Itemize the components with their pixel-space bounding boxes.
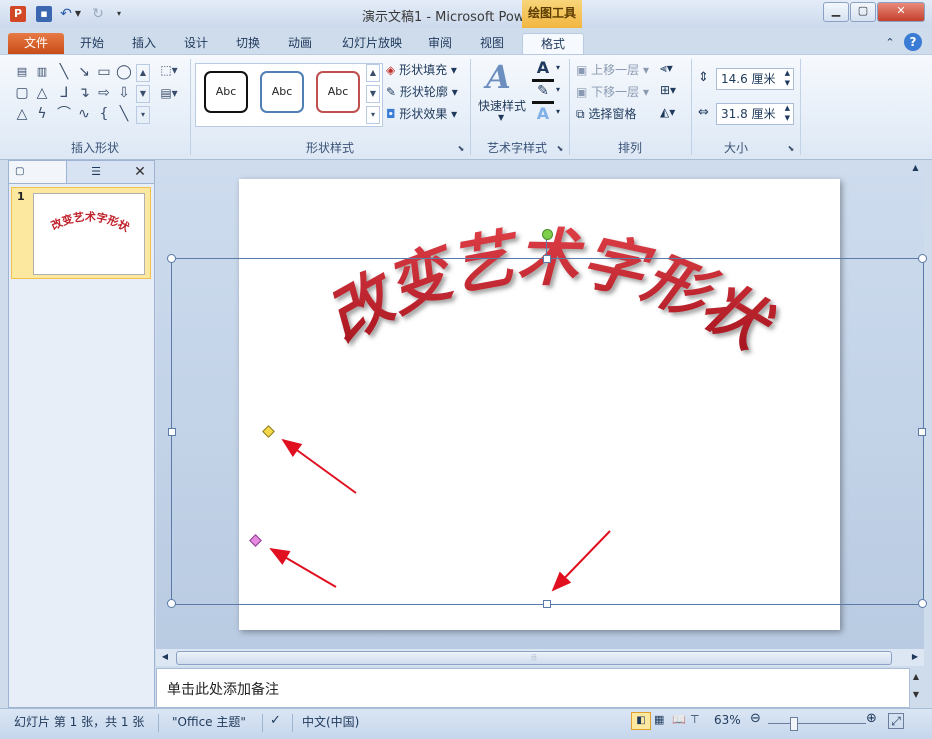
scroll-right-icon[interactable]: ▶ [908, 650, 922, 664]
zoom-slider-track[interactable] [768, 723, 866, 724]
horizontal-scrollbar[interactable]: ◀ ⦙⦙⦙ ▶ [156, 648, 924, 666]
resize-handle-top[interactable] [543, 255, 551, 263]
slide-sorter-view-icon[interactable]: ▦ [654, 713, 664, 726]
status-slide-info: 幻灯片 第 1 张，共 1 张 [14, 715, 145, 729]
resize-handle-top-left[interactable] [167, 254, 176, 263]
resize-handle-bottom[interactable] [543, 600, 551, 608]
spell-check-icon[interactable]: ✓ [270, 713, 281, 728]
selection-box[interactable] [171, 258, 924, 605]
resize-handle-left[interactable] [168, 428, 176, 436]
rotation-handle[interactable] [542, 229, 553, 240]
status-language[interactable]: 中文(中国) [302, 713, 359, 730]
notes-pane[interactable]: 单击此处添加备注 [156, 668, 910, 708]
scroll-left-icon[interactable]: ◀ [158, 650, 172, 664]
status-theme[interactable]: "Office 主题" [172, 713, 246, 730]
zoom-slider-thumb[interactable] [790, 717, 798, 731]
zoom-in-icon[interactable]: ⊕ [866, 711, 877, 726]
scroll-up-icon[interactable]: ▲ [907, 160, 924, 176]
notes-scrollbar[interactable]: ▲ ▼ [908, 668, 924, 708]
status-bar: 幻灯片 第 1 张，共 1 张 "Office 主题" ✓ 中文(中国) ◧ ▦… [0, 708, 932, 739]
reading-view-icon[interactable]: 📖 [672, 713, 686, 726]
horizontal-scroll-thumb[interactable]: ⦙⦙⦙ [176, 651, 892, 665]
slideshow-view-icon[interactable]: ⊤ [690, 713, 700, 726]
normal-view-icon[interactable]: ◧ [631, 712, 651, 730]
fit-to-window-icon[interactable]: ⤢ [888, 713, 904, 729]
vertical-scrollbar[interactable]: ▲ [907, 160, 924, 648]
zoom-out-icon[interactable]: ⊖ [750, 711, 761, 726]
status-zoom-level[interactable]: 63% [714, 713, 741, 727]
resize-handle-bottom-left[interactable] [167, 599, 176, 608]
notes-placeholder: 单击此处添加备注 [167, 682, 279, 698]
